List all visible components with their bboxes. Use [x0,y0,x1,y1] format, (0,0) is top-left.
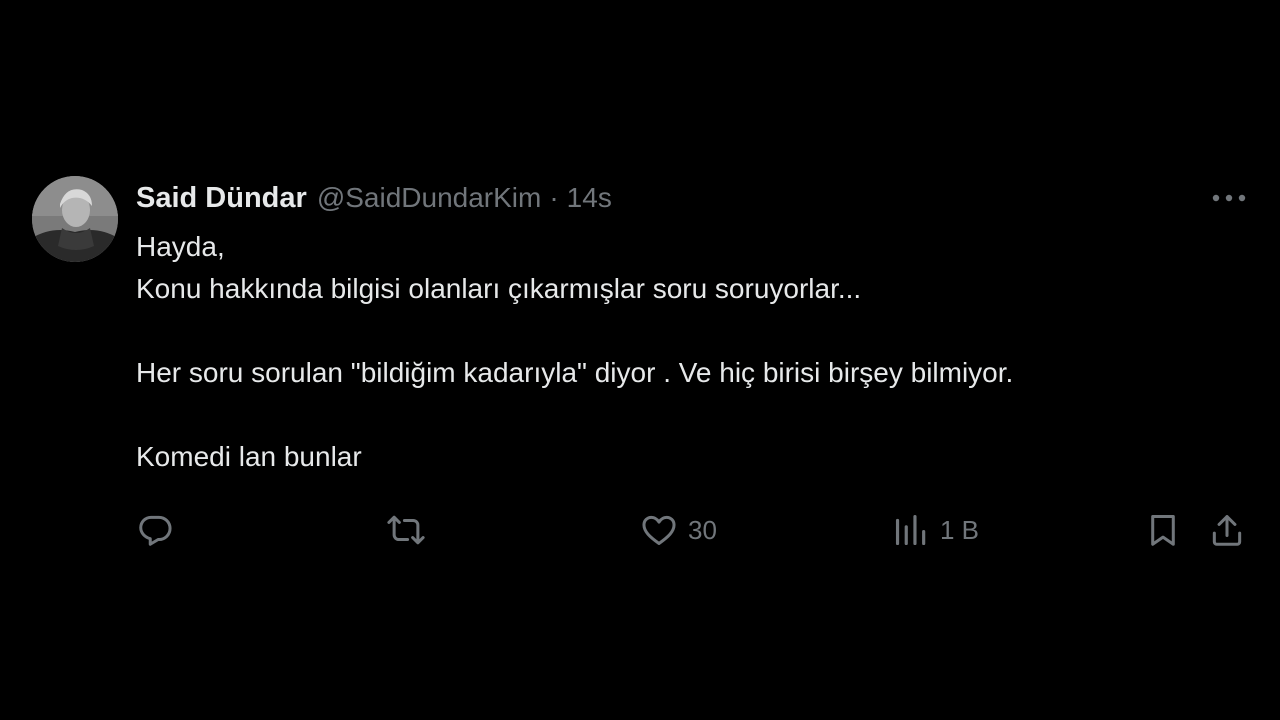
share-button[interactable] [1208,510,1246,550]
bookmark-icon [1151,515,1175,546]
avatar[interactable] [32,176,118,262]
timestamp[interactable]: 14s [567,182,612,214]
views-icon [895,514,926,546]
tweet-text-line: Komedi lan bunlar [136,441,362,472]
like-count: 30 [688,514,717,545]
avatar-image [32,176,118,262]
tweet-text-line: Hayda, [136,231,225,262]
separator-dot: · [549,182,559,213]
more-icon [1212,194,1246,202]
bookmark-button[interactable] [1144,510,1182,550]
share-icon [1212,515,1242,546]
tweet-header: Said Dündar @SaidDundarKim · 14s [136,180,612,216]
tweet-text-line: Her soru sorulan "bildiğim kadarıyla" di… [136,357,1014,388]
heart-icon [642,515,676,545]
retweet-icon [387,515,425,545]
tweet-text-line: Konu hakkında bilgisi olanları çıkarmışl… [136,273,862,304]
tweet[interactable]: Said Dündar @SaidDundarKim · 14s Hayda, … [32,176,1252,556]
author-handle[interactable]: @SaidDundarKim [317,182,542,214]
reply-icon [139,515,172,546]
reply-button[interactable] [136,510,184,550]
like-button[interactable]: 30 [640,510,717,550]
more-options-button[interactable] [1210,184,1248,212]
retweet-button[interactable] [386,510,436,550]
views-button[interactable]: 1 B [892,510,979,550]
tweet-actions: 30 1 B [136,510,1252,550]
tweet-text: Hayda, Konu hakkında bilgisi olanları çı… [136,226,1216,478]
views-count: 1 B [940,514,980,545]
author-name[interactable]: Said Dündar [136,182,307,215]
